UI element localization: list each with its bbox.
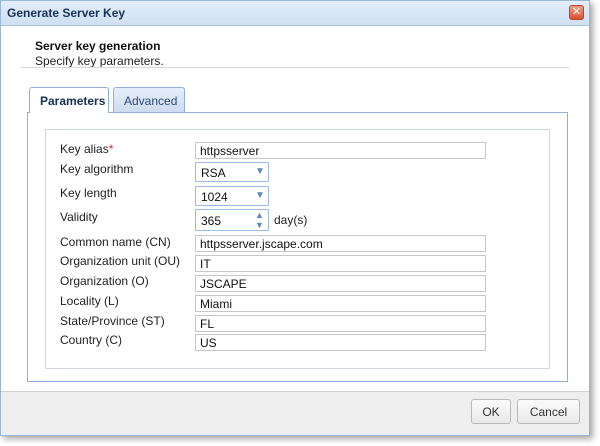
key-algorithm-label: Key algorithm [60,162,134,176]
window-title: Generate Server Key [7,6,126,20]
close-icon[interactable]: ✕ [569,5,584,20]
tab-advanced[interactable]: Advanced [113,87,185,112]
header-title: Server key generation [35,39,161,53]
org-unit-field[interactable] [195,255,486,272]
state-label: State/Province (ST) [60,314,165,328]
generate-server-key-dialog: Generate Server Key ✕ Server key generat… [0,0,590,436]
validity-label: Validity [60,210,98,224]
state-field[interactable] [195,315,486,332]
key-alias-label: Key alias* [60,142,114,156]
key-length-value: 1024 [201,190,228,204]
chevron-down-icon: ▼ [255,166,265,177]
key-length-select[interactable]: 1024 ▼ [195,186,269,206]
ok-button[interactable]: OK [471,399,511,424]
common-name-field[interactable] [195,235,486,252]
key-algorithm-value: RSA [201,166,226,180]
tab-parameters[interactable]: Parameters [29,87,109,113]
locality-label: Locality (L) [60,294,119,308]
chevron-down-icon: ▼ [255,190,265,201]
cancel-button[interactable]: Cancel [517,399,580,424]
country-field[interactable] [195,334,486,351]
key-alias-field[interactable] [195,142,486,159]
key-algorithm-select[interactable]: RSA ▼ [195,162,269,182]
validity-value: 365 [201,214,222,228]
key-length-label: Key length [60,186,117,200]
org-unit-label: Organization unit (OU) [60,254,181,268]
dialog-footer: OK Cancel [1,391,589,435]
locality-field[interactable] [195,295,486,312]
validity-unit: day(s) [274,213,308,227]
common-name-label: Common name (CN) [60,235,171,249]
chevron-down-icon[interactable]: ▼ [255,221,265,230]
divider [21,67,569,68]
country-label: Country (C) [60,333,123,347]
dialog-header: Server key generation Specify key parame… [35,39,164,68]
title-bar: Generate Server Key ✕ [1,1,589,26]
chevron-up-icon[interactable]: ▲ [255,211,265,220]
organization-field[interactable] [195,275,486,292]
validity-stepper[interactable]: 365 ▲ ▼ [195,209,269,231]
header-subtitle: Specify key parameters. [35,54,164,68]
organization-label: Organization (O) [60,274,149,288]
